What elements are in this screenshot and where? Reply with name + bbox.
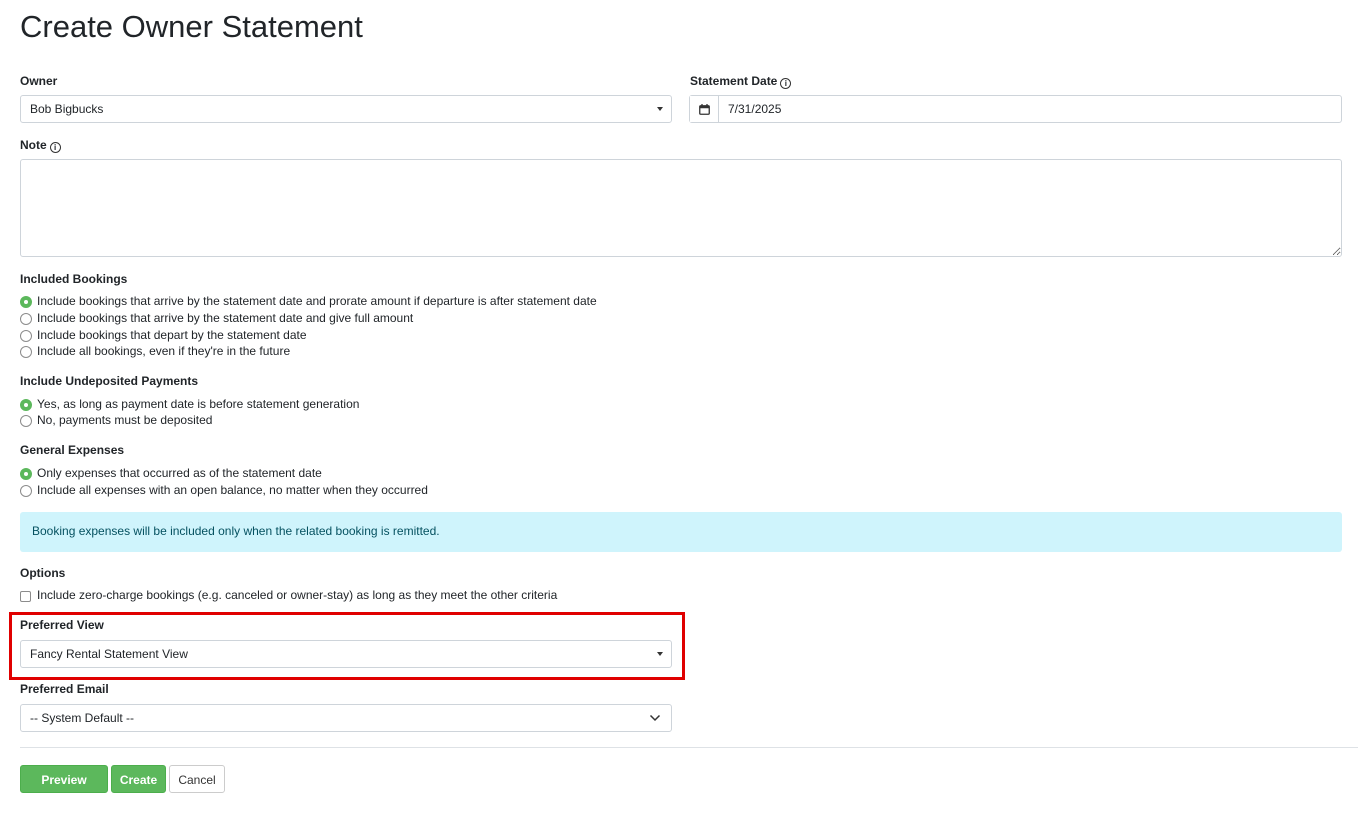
preferred-view-value: Fancy Rental Statement View [30, 647, 188, 661]
cancel-button[interactable]: Cancel [169, 765, 225, 793]
calendar-icon [699, 104, 710, 115]
included-bookings-label: Included Bookings [20, 272, 128, 286]
preferred-email-label: Preferred Email [20, 682, 109, 696]
note-label: Note [20, 138, 47, 152]
preferred-email-select[interactable]: -- System Default -- [20, 704, 672, 732]
info-circle-icon[interactable]: i [780, 78, 792, 89]
divider [20, 747, 1358, 748]
undeposited-payments-label: Include Undeposited Payments [20, 374, 199, 388]
radio-button[interactable] [20, 485, 32, 497]
radio-label: Include all expenses with an open balanc… [37, 483, 428, 497]
radio-label: Only expenses that occurred as of the st… [37, 466, 322, 480]
radio-label: Include bookings that arrive by the stat… [37, 311, 414, 325]
radio-label: Yes, as long as payment date is before s… [37, 397, 360, 411]
zero-charge-checkbox[interactable] [20, 591, 31, 602]
info-alert: Booking expenses will be included only w… [20, 512, 1342, 552]
radio-label: Include bookings that depart by the stat… [37, 328, 307, 342]
options-label: Options [20, 566, 66, 580]
owner-select[interactable]: Bob Bigbucks [20, 95, 672, 123]
radio-label: Include all bookings, even if they're in… [37, 344, 291, 358]
radio-button[interactable] [20, 330, 32, 342]
radio-button-selected[interactable] [20, 296, 32, 308]
statement-date-field[interactable]: 7/31/2025 [689, 95, 1342, 123]
radio-button-selected[interactable] [20, 468, 32, 480]
note-textarea[interactable] [20, 159, 1342, 257]
preferred-view-label: Preferred View [20, 618, 104, 632]
checkbox-label: Include zero-charge bookings (e.g. cance… [37, 588, 558, 602]
statement-date-label: Statement Date [690, 74, 778, 88]
owner-select-value: Bob Bigbucks [30, 102, 104, 116]
create-button[interactable]: Create [111, 765, 166, 793]
chevron-down-icon [649, 714, 661, 722]
preview-only-button[interactable]: Preview Only [20, 765, 108, 813]
note-label-row: Note i [20, 138, 61, 153]
radio-label: Include bookings that arrive by the stat… [37, 294, 597, 308]
calendar-button[interactable] [690, 96, 719, 122]
caret-down-icon [657, 107, 663, 111]
preferred-email-value: -- System Default -- [30, 711, 135, 725]
info-circle-icon[interactable]: i [49, 142, 61, 153]
statement-date-value: 7/31/2025 [728, 102, 782, 116]
radio-button[interactable] [20, 346, 32, 358]
radio-button[interactable] [20, 415, 32, 427]
radio-button[interactable] [20, 313, 32, 325]
general-expenses-label: General Expenses [20, 443, 125, 457]
caret-down-icon [657, 652, 663, 656]
radio-label: No, payments must be deposited [37, 413, 213, 427]
page-title: Create Owner Statement [20, 9, 363, 44]
statement-date-label-row: Statement Date i [690, 74, 792, 89]
owner-label: Owner [20, 74, 58, 88]
radio-button-selected[interactable] [20, 399, 32, 411]
preferred-view-select[interactable]: Fancy Rental Statement View [20, 640, 672, 668]
